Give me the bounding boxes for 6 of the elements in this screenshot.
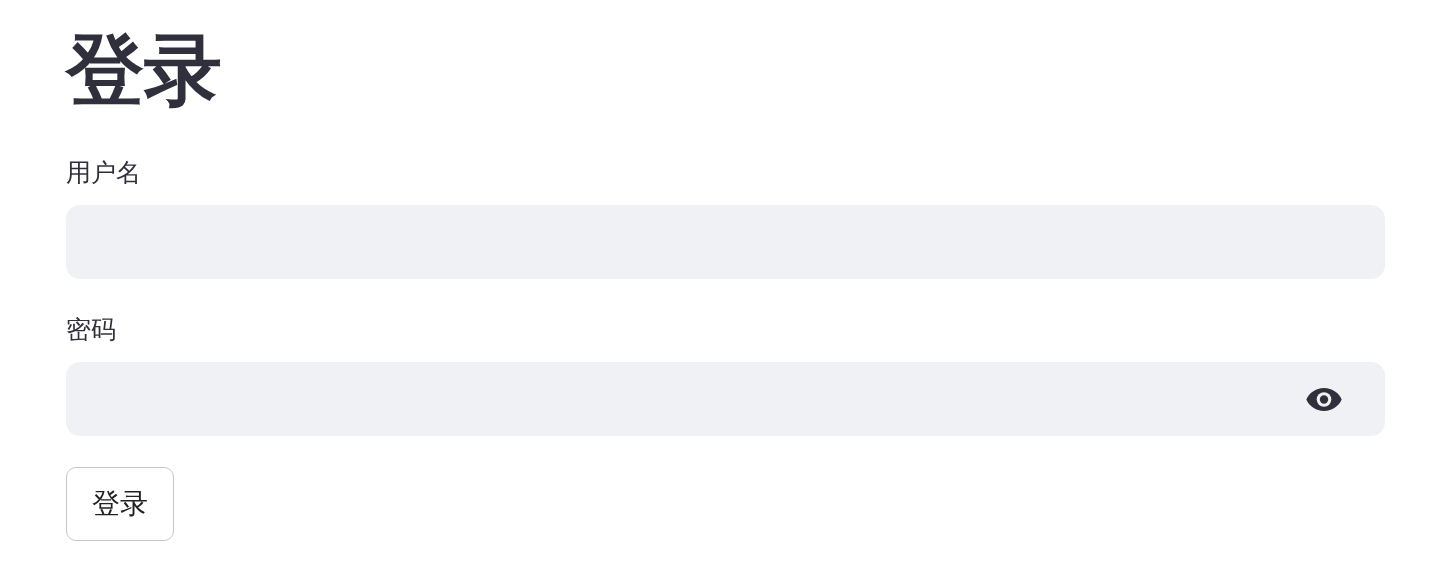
field-label: 用户名 [66,157,141,189]
eye-icon[interactable] [1305,386,1343,412]
login-button[interactable]: 登录 [66,467,174,541]
page-title: 登录 [66,24,222,117]
field-label: 密码 [66,314,116,346]
password-field[interactable] [66,362,1385,436]
